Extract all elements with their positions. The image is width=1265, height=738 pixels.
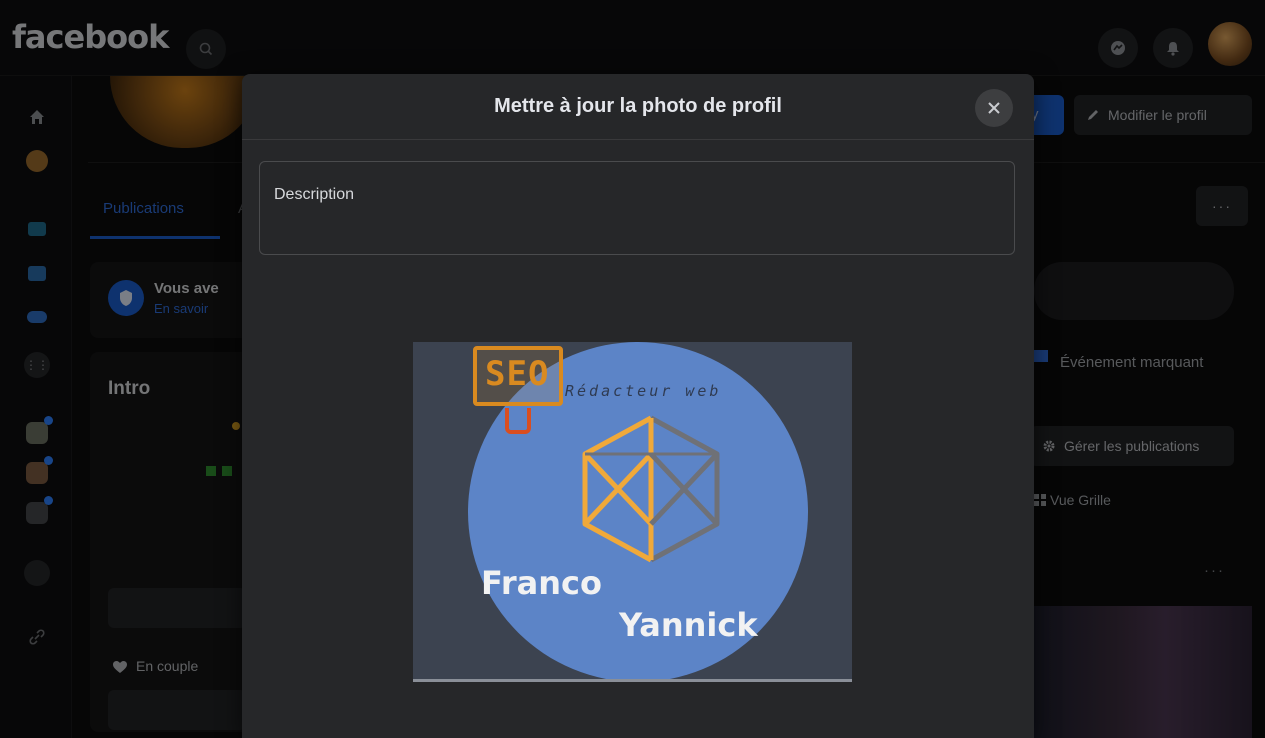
description-field[interactable]: Description bbox=[259, 161, 1015, 255]
dialog-header: Mettre à jour la photo de profil bbox=[242, 74, 1034, 140]
photo-name-line1: Franco bbox=[481, 564, 602, 602]
close-icon bbox=[988, 102, 1000, 114]
description-placeholder: Description bbox=[274, 186, 355, 203]
monitor-stand-icon bbox=[505, 408, 531, 434]
update-profile-photo-dialog: Mettre à jour la photo de profil Descrip… bbox=[242, 74, 1034, 738]
dialog-title: Mettre à jour la photo de profil bbox=[494, 95, 782, 117]
hexagon-logo-icon bbox=[582, 415, 720, 563]
photo-crop-area[interactable]: SEO Rédacteur web Franco Yannick bbox=[413, 342, 852, 682]
photo-subtitle: Rédacteur web bbox=[565, 382, 722, 400]
photo-name-line2: Yannick bbox=[619, 606, 758, 644]
seo-label: SEO bbox=[485, 354, 550, 394]
close-button[interactable] bbox=[975, 89, 1013, 127]
